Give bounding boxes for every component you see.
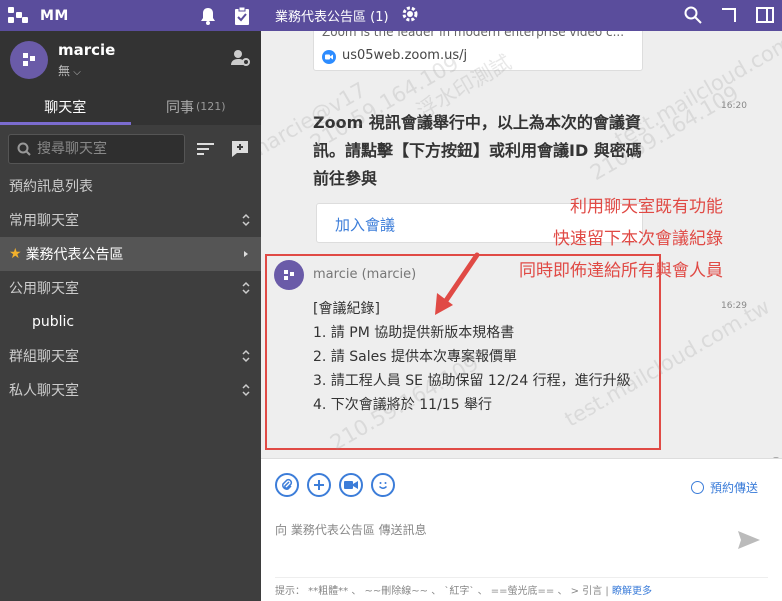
tab-label: 同事 [165,99,194,116]
bell-icon[interactable] [197,5,219,27]
message-text: Zoom 視訊會議舉行中，以上為本次的會議資訊。請點擊【下方按鈕】或利用會議ID… [313,113,642,188]
split-view-icon[interactable] [754,4,776,26]
user-status[interactable]: 無 [58,62,231,79]
sidebar: MM marcie 無 聊天室 同事 (121) [0,0,261,601]
link-url[interactable]: us05web.zoom.us/j [342,48,467,63]
sidebar-item-label: 私人聊天室 [9,383,79,399]
hint-text: 提示： **粗體** 、 ~~刪除線~~ 、 `紅字` 、 ==螢光底== 、 … [275,586,603,597]
link-preview-card[interactable]: Zoom is the leader in modern enterprise … [313,31,643,71]
user-settings-icon[interactable] [231,49,251,71]
composer: 預約傳送 提示： **粗體** 、 ~~刪除線~~ 、 `紅字` 、 ==螢光底… [261,458,782,601]
sidebar-section-favorites[interactable]: 常用聊天室 [0,203,261,237]
sidebar-item-label: 公用聊天室 [9,281,79,297]
join-meeting-label: 加入會議 [335,216,396,234]
colleague-count: (121) [195,100,226,113]
message-list: Zoom is the leader in modern enterprise … [261,31,782,458]
zoom-icon [322,50,336,64]
chat-title: 業務代表公告區 (1) [275,10,389,25]
app-header: MM [0,0,261,31]
search-row [0,129,261,169]
user-name: marcie [58,40,116,59]
app-logo-icon [8,6,30,25]
sidebar-tabs: 聊天室 同事 (121) [0,88,261,125]
message-time: 16:29 [721,301,747,311]
sidebar-item-label: 預約訊息列表 [9,179,93,195]
search-box [8,134,185,164]
formatting-hint: 提示： **粗體** 、 ~~刪除線~~ 、 `紅字` 、 ==螢光底== 、 … [275,577,768,597]
chat-header: 業務代表公告區 (1) [261,0,782,31]
tab-colleagues[interactable]: 同事 (121) [131,88,262,125]
sidebar-item-label: public [32,314,75,330]
send-icon[interactable] [738,531,760,553]
avatar[interactable] [10,40,48,79]
app-title: MM [40,7,69,24]
chevron-updown-icon [242,281,250,295]
plus-icon[interactable] [307,473,331,497]
sidebar-item-sales-announcements[interactable]: ★ 業務代表公告區 [0,237,261,271]
sidebar-item-label: 業務代表公告區 [25,247,124,263]
sort-icon[interactable] [193,136,219,162]
chevron-updown-icon [242,213,250,227]
user-profile: marcie 無 [0,31,261,88]
message-time: 16:20 [721,101,747,111]
learn-more-link[interactable]: 瞭解更多 [612,586,652,597]
schedule-send-button[interactable]: 預約傳送 [690,479,758,496]
video-icon[interactable] [339,473,363,497]
search-icon [17,142,31,156]
gear-icon[interactable] [401,5,419,27]
sidebar-section-private[interactable]: 私人聊天室 [0,373,261,407]
chevron-updown-icon [242,349,250,363]
sidebar-item-label: 常用聊天室 [9,213,79,229]
chat-panel: 業務代表公告區 (1) Zoom is the leader in modern… [261,0,782,601]
compose-icon[interactable] [227,136,253,162]
sidebar-item-label: 群組聊天室 [9,349,79,365]
clock-icon [690,481,704,494]
sidebar-section-groups[interactable]: 群組聊天室 [0,339,261,373]
annotation-line: 利用聊天室既有功能 [570,197,723,217]
tab-chatrooms[interactable]: 聊天室 [0,88,131,125]
scrollbar[interactable] [772,67,780,458]
schedule-send-label: 預約傳送 [709,481,758,495]
sidebar-item-scheduled[interactable]: 預約訊息列表 [0,169,261,203]
emoji-icon[interactable] [371,473,395,497]
chevron-updown-icon [242,383,250,397]
paperclip-icon[interactable] [275,473,299,497]
message-input[interactable] [275,521,715,561]
annotation-arrow [435,252,480,315]
search-icon[interactable] [682,4,704,26]
clipboard-check-icon[interactable] [231,5,253,27]
search-input[interactable] [37,141,167,157]
sidebar-section-public[interactable]: 公用聊天室 [0,271,261,305]
maximize-icon[interactable] [718,4,740,26]
sidebar-item-public[interactable]: public [0,305,261,339]
star-icon: ★ [9,246,22,262]
link-snippet: Zoom is the leader in modern enterprise … [322,31,625,39]
chevron-right-icon [244,251,248,257]
tab-label: 聊天室 [44,99,87,116]
